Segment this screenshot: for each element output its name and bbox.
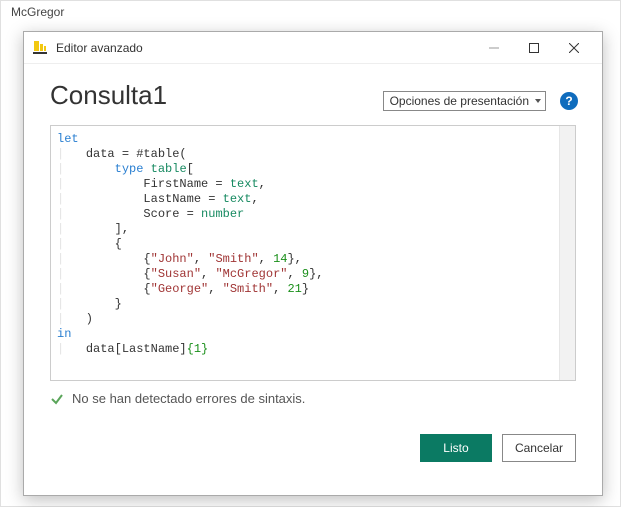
display-options-dropdown[interactable]: Opciones de presentación xyxy=(383,91,546,111)
titlebar: Editor avanzado xyxy=(24,32,602,64)
status-message: No se han detectado errores de sintaxis. xyxy=(72,391,305,406)
r1-score: 14 xyxy=(273,252,287,266)
header-controls: Opciones de presentación ? xyxy=(383,91,576,111)
check-icon xyxy=(50,392,64,406)
parent-window-title: McGregor xyxy=(11,5,64,19)
help-icon[interactable]: ? xyxy=(560,92,578,110)
dialog-title: Editor avanzado xyxy=(56,41,474,55)
maximize-button[interactable] xyxy=(514,34,554,62)
status-row: No se han detectado errores de sintaxis. xyxy=(50,391,576,406)
result-expr: data[LastName] xyxy=(86,342,187,356)
r2-last: "McGregor" xyxy=(215,267,287,281)
r3-first: "George" xyxy=(151,282,209,296)
r3-score: 21 xyxy=(287,282,301,296)
header-row: Consulta1 Opciones de presentación ? xyxy=(50,80,576,111)
r1-last: "Smith" xyxy=(208,252,258,266)
r2-first: "Susan" xyxy=(151,267,201,281)
assign-line: data = #table( xyxy=(86,147,187,161)
button-row: Listo Cancelar xyxy=(50,434,576,462)
kw-let: let xyxy=(57,132,79,146)
r2-score: 9 xyxy=(302,267,309,281)
close-button[interactable] xyxy=(554,34,594,62)
done-button[interactable]: Listo xyxy=(420,434,492,462)
field-lastname: LastName xyxy=(143,192,201,206)
kw-text2: text xyxy=(223,192,252,206)
kw-number: number xyxy=(201,207,244,221)
r1-first: "John" xyxy=(151,252,194,266)
editor-scrollbar[interactable] xyxy=(559,126,575,380)
kw-text1: text xyxy=(230,177,259,191)
kw-table: table xyxy=(151,162,187,176)
kw-in: in xyxy=(57,327,71,341)
kw-type: type xyxy=(115,162,144,176)
parent-window: McGregor Editor avanzado Consulta1 Opcio… xyxy=(0,0,621,507)
dialog-content: Consulta1 Opciones de presentación ? let… xyxy=(24,64,602,478)
advanced-editor-dialog: Editor avanzado Consulta1 Opciones de pr… xyxy=(23,31,603,496)
query-name: Consulta1 xyxy=(50,80,167,111)
result-index: {1} xyxy=(187,342,209,356)
field-score: Score xyxy=(143,207,179,221)
code-editor[interactable]: let data = #table( type table[ FirstName… xyxy=(50,125,576,381)
cancel-button[interactable]: Cancelar xyxy=(502,434,576,462)
minimize-button[interactable] xyxy=(474,34,514,62)
r3-last: "Smith" xyxy=(223,282,273,296)
field-firstname: FirstName xyxy=(143,177,208,191)
code-text[interactable]: let data = #table( type table[ FirstName… xyxy=(51,126,575,363)
app-icon xyxy=(32,40,48,56)
